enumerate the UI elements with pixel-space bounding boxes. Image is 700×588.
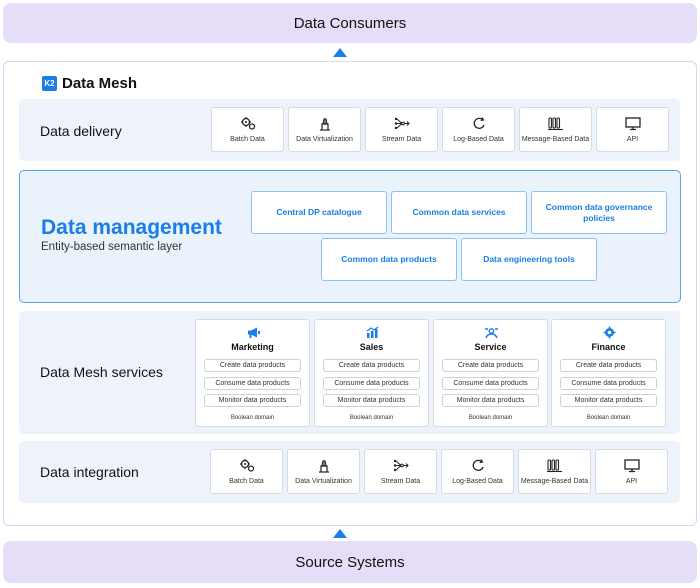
tile-label: Batch Data (229, 478, 264, 485)
delivery-tile-data-virtualization[interactable]: Data Virtualization (288, 107, 361, 152)
domain-footer: Boolean domain (230, 415, 275, 421)
monitor-data-products-button[interactable]: Monitor data products (442, 394, 539, 407)
tile-label: Data Virtualization (296, 136, 353, 143)
data-mesh-services-label: Data Mesh services (40, 364, 163, 380)
source-systems-label: Source Systems (295, 553, 405, 571)
delivery-tile-stream-data[interactable]: Stream Data (365, 107, 438, 152)
data-mesh-services-row: Data Mesh services Marketing Create data… (19, 311, 680, 434)
create-data-products-button[interactable]: Create data products (442, 359, 539, 372)
data-consumers-label: Data Consumers (293, 14, 407, 32)
integration-tile-batch-data[interactable]: Batch Data (210, 449, 283, 494)
consume-data-products-button[interactable]: Consume data products (560, 377, 657, 390)
domain-sales[interactable]: Sales Create data products Consume data … (314, 319, 429, 427)
tile-label: Data Virtualization (295, 478, 352, 485)
create-data-products-button[interactable]: Create data products (323, 359, 420, 372)
common-data-services-box[interactable]: Common data services (391, 191, 527, 234)
tile-label: Stream Data (380, 478, 421, 485)
tile-label: API (626, 136, 639, 143)
integration-tile-log-based-data[interactable]: Log-Based Data (441, 449, 514, 494)
monitor-data-products-button[interactable]: Monitor data products (323, 394, 420, 407)
data-mesh-title: Data Mesh (62, 74, 138, 92)
data-management-row: Data management Entity-based semantic la… (19, 170, 681, 303)
data-delivery-label: Data delivery (40, 123, 122, 139)
integration-tiles: Batch Data Data Virtualization Stream Da… (210, 449, 668, 494)
virtualization-icon (315, 458, 333, 473)
tile-label: Message-Based Data (520, 478, 589, 485)
data-mesh-header: K2 Data Mesh (42, 74, 137, 92)
tile-label: Stream Data (381, 136, 422, 143)
tile-label: Batch Data (230, 136, 265, 143)
domain-name: Finance (591, 342, 626, 352)
tile-label: Log-Based Data (453, 136, 504, 143)
stream-icon (392, 458, 410, 473)
gears-icon (238, 458, 256, 473)
common-data-governance-box[interactable]: Common data governance policies (531, 191, 667, 234)
data-engineering-tools-box[interactable]: Data engineering tools (461, 238, 597, 281)
delivery-tile-api[interactable]: API (596, 107, 669, 152)
create-data-products-button[interactable]: Create data products (560, 359, 657, 372)
data-consumers-band: Data Consumers (3, 3, 697, 43)
monitor-icon (623, 458, 641, 473)
service-icon (484, 326, 499, 339)
create-data-products-button[interactable]: Create data products (204, 359, 301, 372)
delivery-tile-message-based-data[interactable]: Message-Based Data (519, 107, 592, 152)
finance-gear-icon (602, 326, 617, 339)
monitor-data-products-button[interactable]: Monitor data products (560, 394, 657, 407)
common-data-products-box[interactable]: Common data products (321, 238, 457, 281)
log-icon (469, 458, 487, 473)
data-integration-row: Data integration Batch Data Data Virtual… (19, 441, 680, 503)
virtualization-icon (316, 116, 334, 131)
domain-footer: Boolean domain (468, 415, 513, 421)
domain-marketing[interactable]: Marketing Create data products Consume d… (195, 319, 310, 427)
gears-icon (239, 116, 257, 131)
domain-name: Sales (359, 342, 384, 352)
k2-logo-icon: K2 (42, 75, 57, 91)
integration-tile-stream-data[interactable]: Stream Data (364, 449, 437, 494)
domain-service[interactable]: Service Create data products Consume dat… (433, 319, 548, 427)
delivery-tile-log-based-data[interactable]: Log-Based Data (442, 107, 515, 152)
domain-finance[interactable]: Finance Create data products Consume dat… (551, 319, 666, 427)
data-management-subtitle: Entity-based semantic layer (41, 241, 183, 253)
central-dp-catalogue-box[interactable]: Central DP catalogue (251, 191, 387, 234)
domain-footer: Boolean domain (586, 415, 631, 421)
data-integration-label: Data integration (40, 464, 139, 480)
delivery-tiles: Batch Data Data Virtualization Stream Da… (211, 107, 669, 152)
monitor-icon (624, 116, 642, 131)
domain-name: Service (474, 342, 507, 352)
domain-footer: Boolean domain (349, 415, 394, 421)
message-icon (546, 458, 564, 473)
consume-data-products-button[interactable]: Consume data products (442, 377, 539, 390)
arrow-up-icon (333, 48, 347, 57)
integration-tile-api[interactable]: API (595, 449, 668, 494)
domain-name: Marketing (231, 342, 274, 352)
tile-label: Log-Based Data (452, 478, 503, 485)
stream-icon (393, 116, 411, 131)
consume-data-products-button[interactable]: Consume data products (323, 377, 420, 390)
source-systems-band: Source Systems (3, 541, 697, 583)
message-icon (547, 116, 565, 131)
integration-tile-message-based-data[interactable]: Message-Based Data (518, 449, 591, 494)
data-management-title: Data management (41, 216, 222, 239)
data-delivery-row: Data delivery Batch Data Data Virtualiza… (19, 99, 680, 161)
arrow-up-icon (333, 529, 347, 538)
log-icon (470, 116, 488, 131)
delivery-tile-batch-data[interactable]: Batch Data (211, 107, 284, 152)
integration-tile-data-virtualization[interactable]: Data Virtualization (287, 449, 360, 494)
sales-chart-icon (365, 326, 380, 339)
consume-data-products-button[interactable]: Consume data products (204, 377, 301, 390)
megaphone-icon (246, 326, 261, 339)
tile-label: Message-Based Data (521, 136, 590, 143)
tile-label: API (625, 478, 638, 485)
monitor-data-products-button[interactable]: Monitor data products (204, 394, 301, 407)
